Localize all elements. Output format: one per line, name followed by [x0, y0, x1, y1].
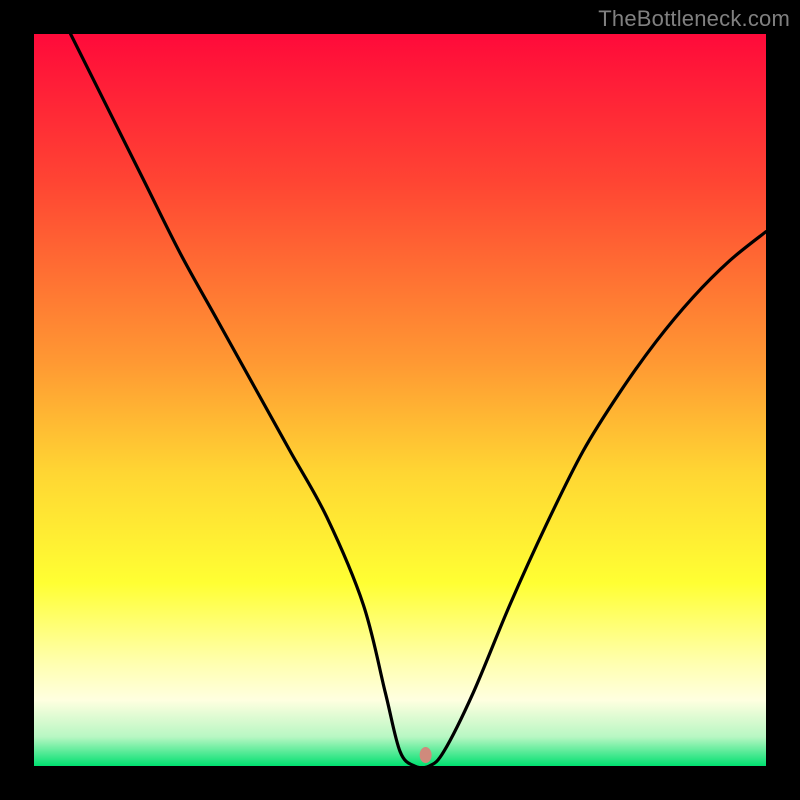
chart-container: TheBottleneck.com: [0, 0, 800, 800]
plot-area: [34, 34, 766, 766]
watermark-text: TheBottleneck.com: [598, 6, 790, 32]
chart-svg: [34, 34, 766, 766]
gradient-background: [34, 34, 766, 766]
optimal-point-marker: [420, 747, 432, 763]
